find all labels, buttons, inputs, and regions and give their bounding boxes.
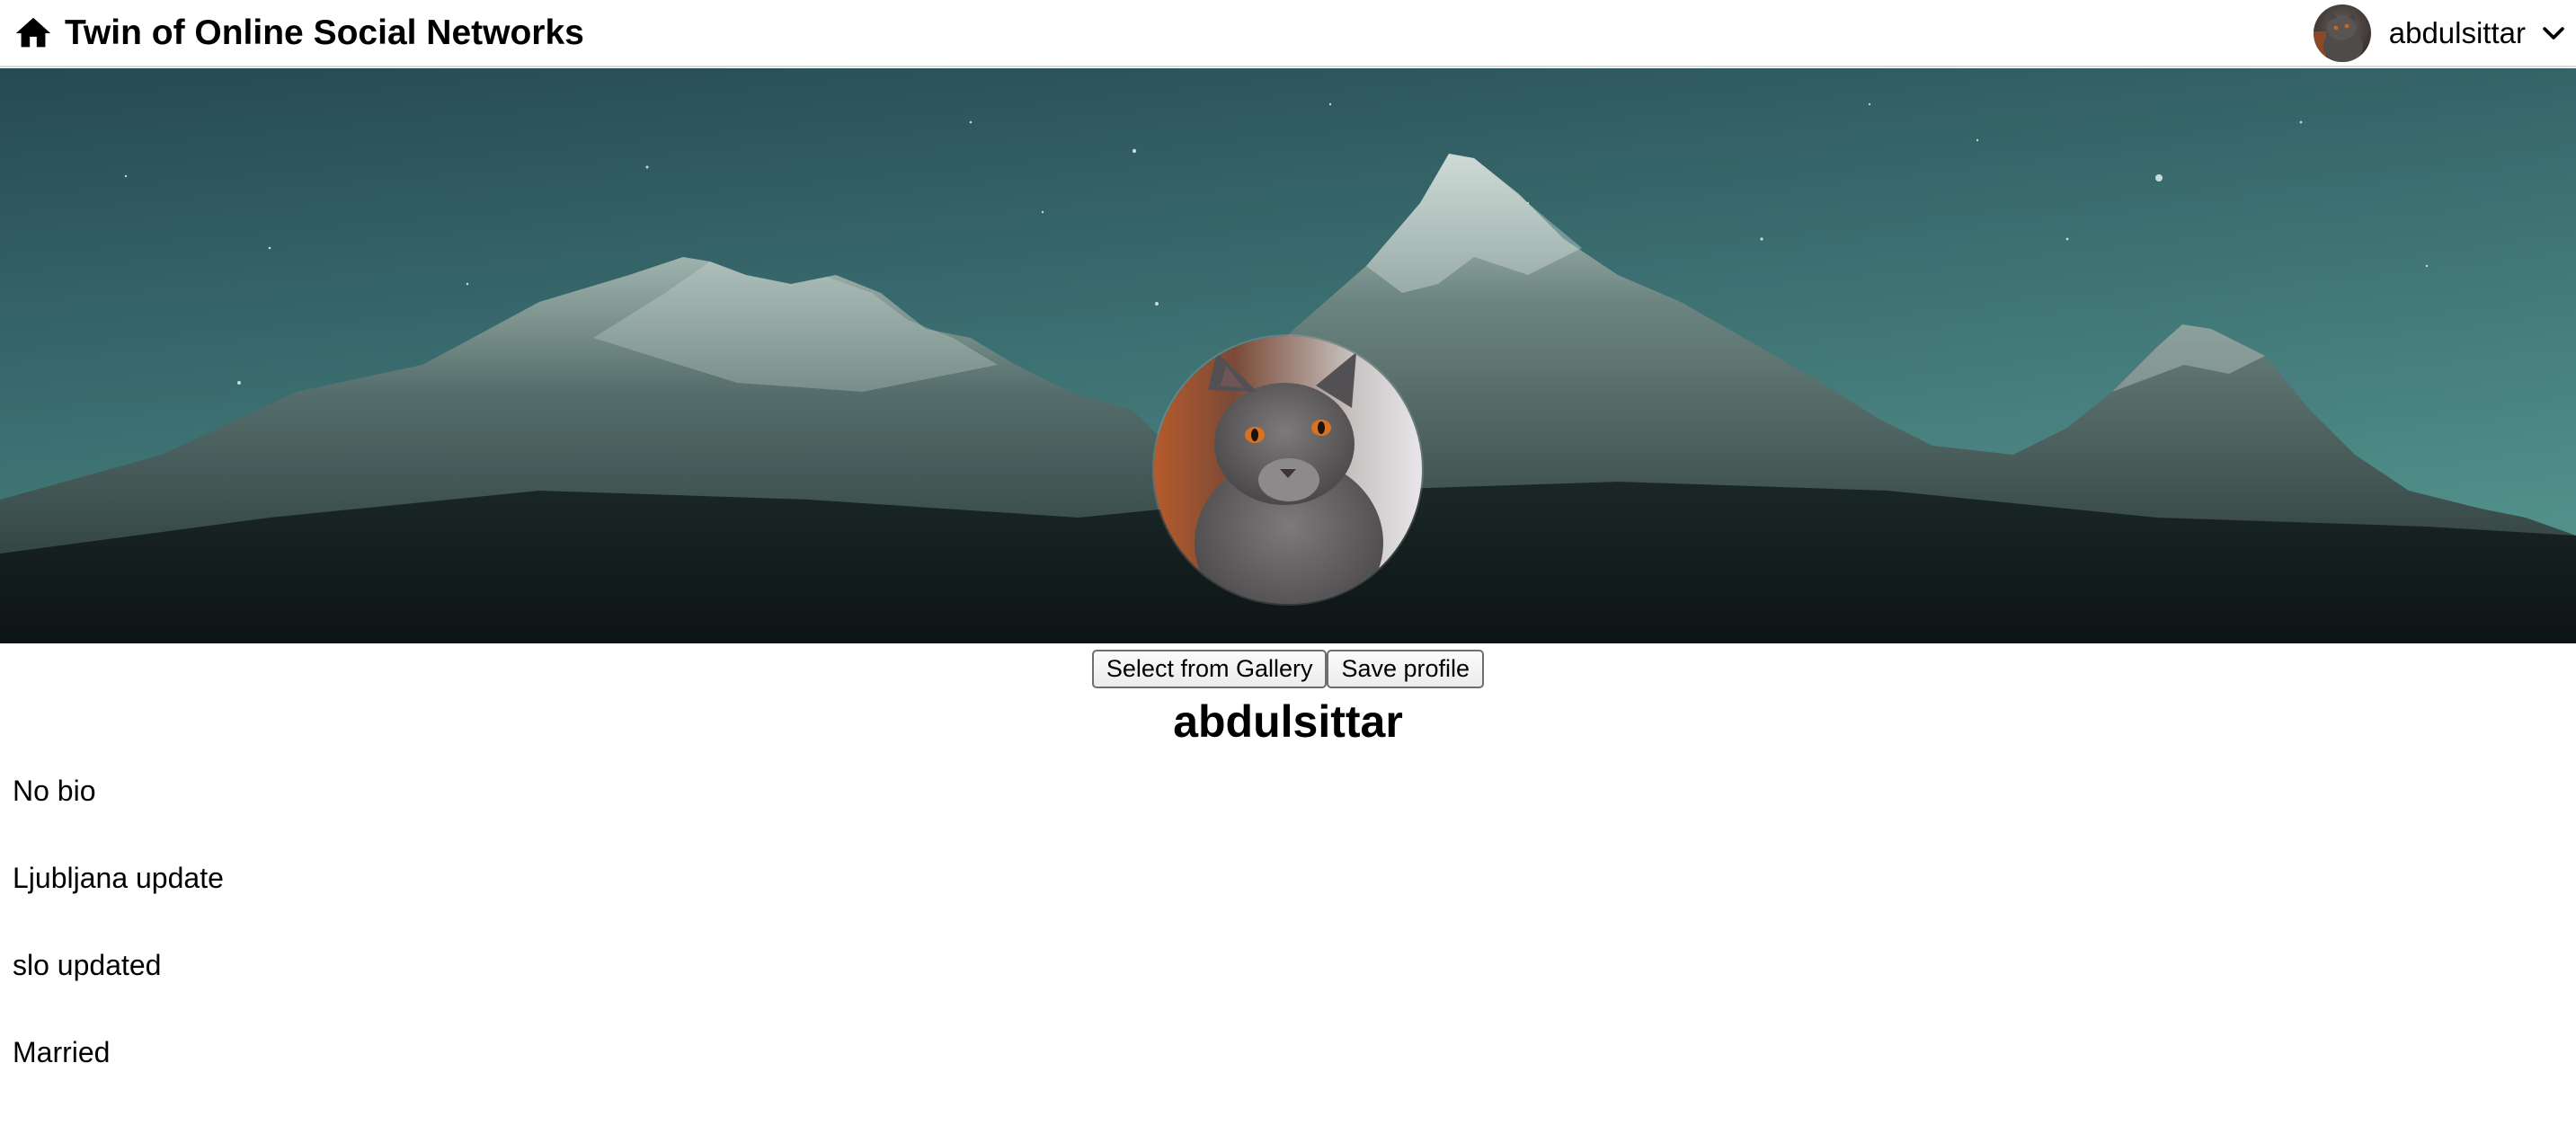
profile-bio: No bio xyxy=(13,775,96,807)
top-navigation-bar: Twin of Online Social Networks abdulsitt… xyxy=(0,0,2576,67)
profile-relationship: Married xyxy=(13,1036,111,1068)
home-link[interactable]: Twin of Online Social Networks xyxy=(13,11,584,56)
select-from-gallery-button[interactable]: Select from Gallery xyxy=(1091,650,1328,688)
save-profile-button[interactable]: Save profile xyxy=(1327,650,1485,688)
profile-username: abdulsittar xyxy=(1173,696,1403,747)
profile-actions: Select from Gallery Save profile xyxy=(0,650,2576,688)
app-title: Twin of Online Social Networks xyxy=(65,13,584,52)
user-avatar[interactable] xyxy=(2313,4,2371,62)
cat-avatar-icon xyxy=(2313,4,2371,62)
chevron-down-icon[interactable] xyxy=(2538,18,2569,49)
user-name[interactable]: abdulsittar xyxy=(2389,15,2526,51)
home-icon xyxy=(15,17,51,48)
user-menu[interactable]: abdulsittar xyxy=(2313,3,2569,64)
profile-city: Ljubljana update xyxy=(13,862,224,894)
profile-country: slo updated xyxy=(13,949,162,981)
cat-photo-icon xyxy=(1154,336,1422,604)
profile-photo[interactable] xyxy=(1154,336,1422,604)
